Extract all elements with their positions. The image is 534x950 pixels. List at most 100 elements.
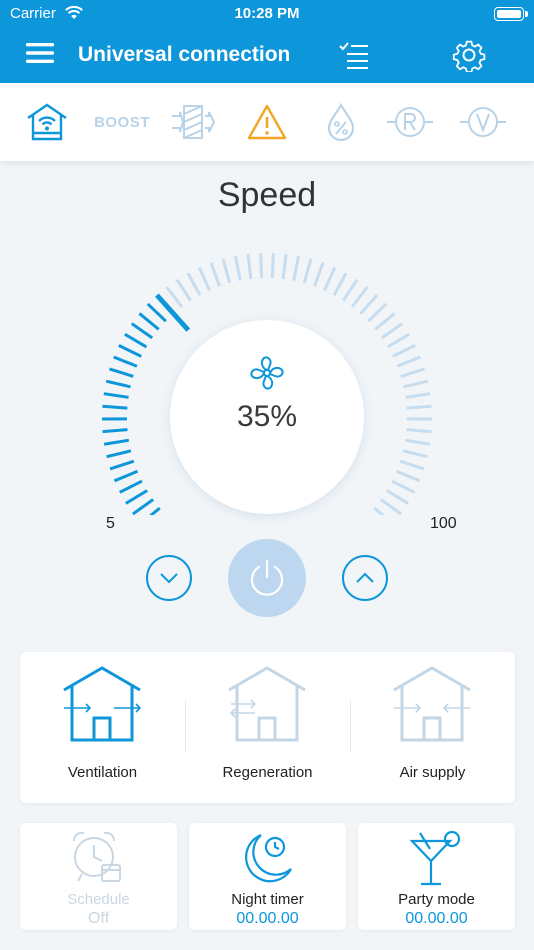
gauge-tick [302, 258, 313, 284]
alarm-clock-icon [73, 831, 121, 882]
gauge-tick [313, 262, 325, 287]
mode-ventilation-label: Ventilation [67, 764, 138, 781]
chevron-down-icon [160, 573, 178, 584]
gauge-tick [399, 459, 425, 471]
moon-clock-icon [245, 833, 292, 883]
battery-icon [494, 7, 528, 21]
gauge-tick [396, 355, 421, 368]
speed-up-button[interactable] [342, 555, 388, 601]
gauge-tick [125, 489, 149, 505]
party-mode-value: 00.00.00 [405, 910, 468, 927]
schedule-label: Schedule [67, 891, 130, 908]
party-mode-label: Party mode [398, 891, 475, 908]
gauge-tick [373, 506, 385, 515]
gauge-tick [386, 332, 410, 349]
gauge-tick [246, 253, 253, 280]
gauge-tick [186, 272, 202, 296]
home-wifi-icon[interactable] [22, 101, 72, 143]
schedule-tile[interactable]: Schedule Off [20, 823, 177, 930]
gauge-tick [113, 469, 139, 483]
gauge-tick [105, 379, 131, 389]
mode-regeneration-label: Regeneration [222, 764, 313, 781]
gauge-tick [392, 344, 416, 358]
mode-air-supply-label: Air supply [399, 764, 466, 781]
gauge-tick [102, 428, 128, 434]
gauge-tick [404, 438, 431, 446]
gauge-tick [103, 438, 130, 446]
mode-bar: BOOST [0, 83, 534, 161]
gauge-tick [103, 392, 129, 399]
gauge-tick [406, 404, 432, 410]
gauge-tick [380, 322, 404, 340]
clock: 10:28 PM [234, 5, 300, 22]
r-circle-icon[interactable] [385, 101, 435, 143]
gauge-tick [146, 302, 167, 323]
power-icon [250, 559, 284, 596]
gauge-tick [209, 262, 221, 287]
gauge-tick [385, 489, 409, 505]
speed-min-label: 5 [106, 515, 115, 532]
gauge-tick [109, 459, 135, 471]
chevron-up-icon [356, 572, 374, 583]
heat-exchanger-icon[interactable] [168, 101, 218, 143]
cocktail-icon [409, 830, 461, 886]
schedule-value: Off [87, 910, 110, 927]
gauge-tick [367, 302, 388, 323]
operation-modes: Ventilation Regeneration Air supply [20, 652, 515, 803]
gauge-tick [403, 379, 429, 389]
gauge-thumb[interactable] [155, 293, 191, 332]
gauge-tick [149, 506, 161, 515]
gauge-tick [332, 272, 348, 296]
checklist-icon[interactable] [338, 40, 370, 70]
humidity-icon[interactable] [316, 101, 366, 143]
speed-max-label: 100 [430, 515, 457, 532]
gauge-tick [197, 266, 211, 291]
fan-icon [250, 356, 284, 390]
gauge-tick [379, 498, 403, 515]
night-timer-tile[interactable]: Night timer 00.00.00 [189, 823, 346, 930]
gauge-tick [342, 278, 359, 302]
power-button[interactable] [228, 539, 306, 617]
gauge-tick [292, 255, 301, 281]
gauge-tick [359, 294, 379, 315]
air-supply-house-icon [393, 666, 471, 742]
gauge-tick [391, 479, 415, 494]
gauge-tick [109, 367, 134, 378]
gauge-tick [350, 286, 369, 308]
settings-icon[interactable] [452, 38, 486, 72]
gauge-tick [402, 449, 428, 459]
gauge-tick [118, 344, 142, 358]
speed-title: Speed [217, 176, 317, 214]
gauge-tick [374, 312, 396, 331]
speed-value: 35% [236, 400, 298, 433]
gauge-tick [131, 498, 155, 515]
gauge-tick [406, 428, 432, 434]
gauge-tick [113, 355, 138, 368]
mode-air-supply[interactable]: Air supply [350, 652, 515, 803]
party-mode-tile[interactable]: Party mode 00.00.00 [358, 823, 515, 930]
gauge-tick [405, 392, 431, 399]
gauge-tick [130, 322, 154, 340]
gauge-tick [400, 367, 425, 378]
gauge-tick [323, 266, 337, 291]
status-bar: Carrier 10:28 PM [0, 0, 534, 28]
gauge-tick [124, 332, 148, 349]
night-timer-value: 00.00.00 [236, 910, 299, 927]
gauge-tick [270, 253, 275, 279]
ventilation-house-icon [63, 666, 142, 742]
page-title: Universal connection [78, 43, 291, 66]
gauge-tick [138, 312, 160, 331]
speed-down-button[interactable] [146, 555, 192, 601]
mode-ventilation[interactable]: Ventilation [20, 652, 185, 803]
boost-label: BOOST [94, 113, 150, 131]
menu-icon[interactable] [26, 42, 54, 64]
warning-icon[interactable] [242, 101, 292, 143]
gauge-tick [102, 404, 128, 410]
v-circle-icon[interactable] [458, 101, 508, 143]
boost-icon[interactable]: BOOST [94, 101, 150, 143]
regeneration-house-icon [228, 666, 306, 742]
gauge-tick [175, 278, 192, 302]
mode-regeneration[interactable]: Regeneration [185, 652, 350, 803]
header: Universal connection [0, 28, 534, 83]
night-timer-label: Night timer [231, 891, 304, 908]
